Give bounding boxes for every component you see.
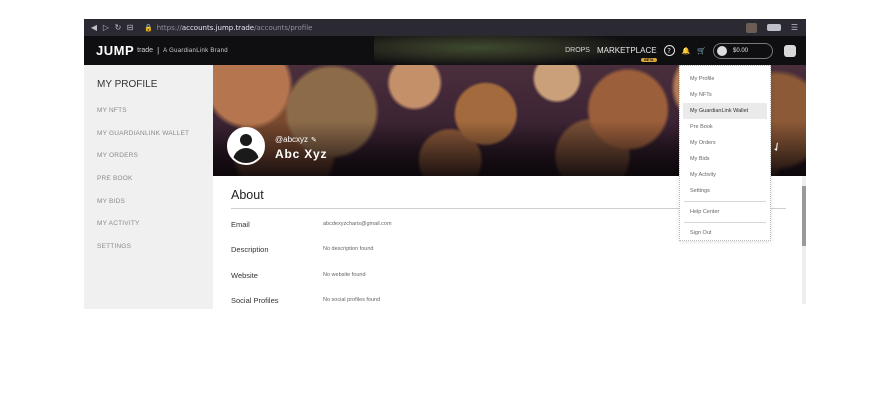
row-value: abcdexyzcharis@gmail.com bbox=[323, 221, 392, 227]
row-label: Social Profiles bbox=[231, 296, 279, 305]
url-path: /accounts/profile bbox=[254, 23, 313, 32]
wallet-balance: $0.00 bbox=[733, 47, 749, 54]
lock-icon: 🔒 bbox=[144, 23, 153, 32]
dropdown-item-pre-book[interactable]: Pre Book bbox=[680, 119, 770, 135]
about-row-social-profiles: Social Profiles No social profiles found bbox=[231, 296, 380, 305]
dropdown-item-guardianlink-wallet[interactable]: My GuardianLink Wallet bbox=[683, 103, 767, 119]
sidebar-title[interactable]: MY PROFILE bbox=[97, 79, 213, 90]
sidebar-item-guardianlink-wallet[interactable]: MY GUARDIANLINK WALLET bbox=[97, 123, 213, 146]
dropdown-divider bbox=[684, 222, 766, 223]
row-value: No description found bbox=[323, 246, 374, 252]
cover-edit-icon[interactable]: ✓ bbox=[769, 138, 785, 155]
beta-badge: BETA bbox=[641, 58, 657, 62]
logo-suffix: trade bbox=[137, 47, 154, 54]
sidebar-item-my-orders[interactable]: MY ORDERS bbox=[97, 145, 213, 168]
dropdown-item-my-orders[interactable]: My Orders bbox=[680, 135, 770, 151]
profile-handle: @abcxyz bbox=[275, 135, 309, 144]
edit-icon[interactable]: ✎ bbox=[311, 136, 317, 144]
row-label: Website bbox=[231, 271, 258, 280]
dropdown-item-my-bids[interactable]: My Bids bbox=[680, 151, 770, 167]
sidebar-item-my-nfts[interactable]: MY NFTS bbox=[97, 100, 213, 123]
about-row-description: Description No description found bbox=[231, 245, 373, 254]
reload-icon[interactable]: ↻ bbox=[112, 23, 124, 32]
row-value: No social profiles found bbox=[323, 297, 381, 303]
brand-separator: | bbox=[157, 46, 160, 55]
browser-window: ◀ ▷ ↻ ⊟ 🔒 https://accounts.jump.trade/ac… bbox=[84, 19, 806, 309]
url-host: accounts.jump.trade bbox=[181, 23, 255, 32]
sidebar-item-my-activity[interactable]: MY ACTIVITY bbox=[97, 213, 213, 236]
marketplace-label: MARKETPLACE bbox=[596, 46, 657, 55]
jump-logo[interactable]: JUMP bbox=[96, 44, 134, 57]
avatar[interactable] bbox=[227, 127, 265, 165]
dropdown-item-sign-out[interactable]: Sign Out bbox=[680, 225, 770, 241]
url-prefix: https:// bbox=[156, 23, 182, 32]
profile-handle-row: @abcxyz ✎ bbox=[275, 135, 317, 144]
dropdown-item-settings[interactable]: Settings bbox=[680, 183, 770, 199]
forward-icon[interactable]: ▷ bbox=[100, 23, 112, 32]
cart-icon[interactable]: 🛒 bbox=[697, 47, 706, 55]
url-text: https://accounts.jump.trade/accounts/pro… bbox=[157, 24, 313, 32]
help-icon[interactable]: ? bbox=[663, 45, 675, 56]
browser-menu-icon[interactable]: ☰ bbox=[791, 23, 798, 32]
browser-toolbar: ◀ ▷ ↻ ⊟ 🔒 https://accounts.jump.trade/ac… bbox=[84, 19, 806, 36]
row-label: Description bbox=[231, 245, 269, 254]
page-scrollbar[interactable] bbox=[802, 176, 806, 304]
profile-display-name: Abc Xyz bbox=[275, 147, 328, 161]
profile-dropdown-menu: My Profile My NFTs My GuardianLink Walle… bbox=[679, 65, 771, 241]
about-row-website: Website No website found bbox=[231, 271, 366, 280]
marketplace-link[interactable]: MARKETPLACE BETA bbox=[596, 46, 657, 62]
dropdown-divider bbox=[684, 201, 766, 202]
brand-tagline: A GuardianLink Brand bbox=[163, 47, 228, 54]
address-bar[interactable]: 🔒 https://accounts.jump.trade/accounts/p… bbox=[144, 24, 312, 32]
dropdown-item-my-nfts[interactable]: My NFTs bbox=[680, 87, 770, 103]
dropdown-item-help-center[interactable]: Help Center bbox=[680, 204, 770, 220]
sidebar-item-settings[interactable]: SETTINGS bbox=[97, 236, 213, 259]
wallet-button[interactable]: $0.00 bbox=[713, 42, 773, 59]
extension-icon[interactable] bbox=[766, 24, 781, 31]
sidebar-item-my-bids[interactable]: MY BIDS bbox=[97, 191, 213, 214]
profile-sidebar: MY PROFILE MY NFTS MY GUARDIANLINK WALLE… bbox=[84, 65, 213, 309]
back-icon[interactable]: ◀ bbox=[88, 23, 100, 32]
discord-icon[interactable] bbox=[784, 44, 796, 57]
bookmark-icon[interactable]: ⊟ bbox=[124, 23, 136, 32]
scrollbar-thumb[interactable] bbox=[802, 186, 806, 246]
row-value: No website found bbox=[323, 272, 366, 278]
row-label: Email bbox=[231, 220, 250, 229]
drops-link[interactable]: DROPS bbox=[565, 47, 590, 54]
site-header: JUMP trade | A GuardianLink Brand DROPS … bbox=[84, 36, 806, 65]
brave-shield-icon[interactable] bbox=[745, 22, 757, 33]
sidebar-item-pre-book[interactable]: PRE BOOK bbox=[97, 168, 213, 191]
dropdown-item-my-profile[interactable]: My Profile bbox=[680, 71, 770, 87]
about-row-email: Email abcdexyzcharis@gmail.com bbox=[231, 220, 392, 229]
wallet-avatar-icon bbox=[717, 45, 727, 56]
dropdown-item-my-activity[interactable]: My Activity bbox=[680, 167, 770, 183]
bell-icon[interactable]: 🔔 bbox=[682, 47, 691, 55]
